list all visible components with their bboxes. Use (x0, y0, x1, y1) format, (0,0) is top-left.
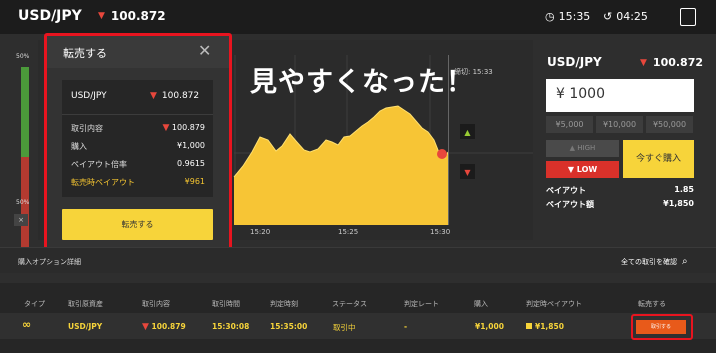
x-tick: 15:20 (250, 228, 271, 236)
summary-row: 転売時ペイアウト ¥961 (71, 177, 205, 187)
clock-time: 15:35 (558, 10, 591, 23)
column-header: 取引内容 (142, 300, 170, 308)
svg-text:▼: ▼ (464, 168, 471, 177)
resell-dialog: 転売する ✕ USD/JPY ▼ 100.872 取引内容 ▼ 100.879 … (44, 33, 232, 250)
trades-table: タイプ 取引原資産 取引内容 取引時間 判定時刻 ステータス 判定レート 購入 … (0, 283, 716, 353)
table-row[interactable]: ∞ USD/JPY ▼ 100.879 15:30:08 15:35:00 取引… (0, 313, 716, 339)
countdown: ↺ 04:25 (603, 10, 648, 23)
resell-highlight: 取引する (631, 314, 693, 340)
payout-marker (526, 323, 532, 329)
down-arrow-icon: ▼ (162, 123, 170, 133)
cell-buy: ¥1,000 (475, 322, 504, 331)
payout-amount-row: ペイアウト額 ¥1,850 (546, 199, 694, 209)
summary-row: ペイアウト倍率 0.9615 (71, 159, 205, 169)
price-value: 100.872 (110, 9, 166, 23)
high-button[interactable]: ▲ HIGH (546, 140, 619, 157)
x-tick: 15:25 (338, 228, 359, 236)
amount-input[interactable]: ¥ 1000 (546, 79, 694, 112)
history-icon: ↺ (603, 10, 613, 23)
column-header: 転売する (638, 300, 666, 308)
cell-payout: ¥1,850 (526, 322, 564, 331)
low-percent: 50% (16, 199, 30, 206)
high-percent: 50% (16, 53, 30, 60)
low-button[interactable]: ▼ LOW (546, 161, 619, 178)
down-arrow-icon: ▼ (150, 91, 157, 101)
x-tick: 15:30 (430, 228, 451, 236)
dialog-header: 転売する ✕ (47, 36, 229, 68)
down-arrow-icon: ▼ (142, 322, 149, 332)
cell-asset: USD/JPY (68, 322, 103, 331)
current-price: ▼ 100.872 (98, 9, 166, 23)
close-icon[interactable]: × (14, 214, 28, 226)
cell-status: 取引中 (333, 323, 356, 332)
preset-10000-button[interactable]: ¥10,000 (596, 116, 643, 133)
cell-time: 15:30:08 (212, 322, 250, 331)
cell-rate: - (404, 322, 408, 331)
menu-icon[interactable] (680, 8, 696, 26)
cell-judge-time: 15:35:00 (270, 322, 308, 331)
resell-button[interactable]: 転売する (62, 209, 213, 240)
close-icon[interactable]: ✕ (198, 41, 211, 60)
order-panel: USD/JPY ▼ 100.872 ¥ 1000 ¥5,000 ¥10,000 … (538, 40, 716, 240)
divider (62, 114, 213, 115)
view-all-link[interactable]: 全ての取引を確認 ⌕ (621, 256, 688, 267)
annotation-text: 見やすくなった！ (250, 67, 474, 98)
column-header: 判定レート (404, 300, 439, 308)
section-header: 購入オプション詳細 全ての取引を確認 ⌕ (0, 247, 716, 273)
top-bar: USD/JPY ▼ 100.872 ◷ 15:35 ↺ 04:25 (0, 0, 716, 34)
column-header: 判定時刻 (270, 300, 298, 308)
table-resell-button[interactable]: 取引する (636, 320, 686, 334)
countdown-time: 04:25 (616, 10, 648, 23)
order-symbol: USD/JPY (547, 55, 602, 69)
column-header: 判定時ペイアウト (526, 300, 582, 308)
section-title: 購入オプション詳細 (18, 258, 81, 266)
clock: ◷ 15:35 (545, 10, 590, 23)
svg-text:▲: ▲ (464, 128, 471, 137)
trade-symbol: USD/JPY (71, 91, 107, 101)
summary-row: 取引内容 ▼ 100.879 (71, 123, 205, 133)
preset-50000-button[interactable]: ¥50,000 (646, 116, 693, 133)
dialog-title: 転売する (63, 47, 107, 60)
sentiment-high (21, 67, 29, 157)
down-arrow-icon: ▼ (640, 57, 647, 68)
clock-icon: ◷ (545, 10, 555, 23)
column-header: 取引時間 (212, 300, 240, 308)
symbol-title[interactable]: USD/JPY (18, 8, 82, 24)
buy-now-button[interactable]: 今すぐ購入 (623, 140, 694, 178)
down-arrow-icon: ▼ (98, 11, 105, 21)
column-header: タイプ (24, 300, 45, 308)
column-header: ステータス (332, 300, 367, 308)
link-icon: ∞ (22, 318, 32, 331)
search-icon: ⌕ (682, 256, 688, 267)
payout-row: ペイアウト 1.85 (546, 185, 694, 195)
column-header: 取引原資産 (68, 300, 103, 308)
column-header: 購入 (474, 300, 488, 308)
summary-row: 購入 ¥1,000 (71, 141, 205, 151)
trade-symbol-price: ▼ 100.872 (150, 91, 200, 101)
cell-content: ▼ 100.879 (142, 322, 186, 332)
trade-summary: USD/JPY ▼ 100.872 取引内容 ▼ 100.879 購入 ¥1,0… (62, 80, 213, 197)
sentiment-bar: 50% 50% (14, 53, 36, 253)
price-area (234, 106, 448, 240)
trading-screen: USD/JPY ▼ 100.872 ◷ 15:35 ↺ 04:25 50% 50… (0, 0, 716, 353)
preset-5000-button[interactable]: ¥5,000 (546, 116, 593, 133)
order-price: ▼ 100.872 (640, 56, 704, 69)
